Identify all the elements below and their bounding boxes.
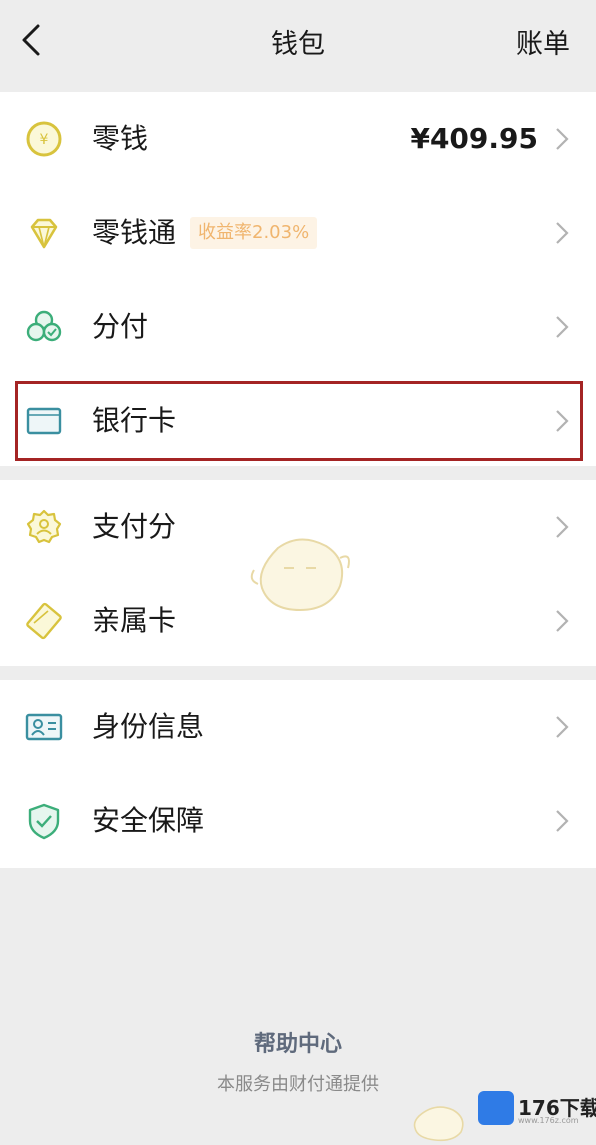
chevron-right-icon (556, 128, 569, 150)
row-fenfu[interactable]: 分付 (0, 280, 596, 374)
chevron-right-icon (556, 516, 569, 538)
balance-amount: ¥409.95 (410, 122, 538, 155)
chevron-right-icon (556, 810, 569, 832)
chevron-right-icon (556, 716, 569, 738)
fenfu-icon (26, 310, 62, 342)
id-card-icon (25, 713, 63, 741)
row-lingqiantong[interactable]: 零钱通 收益率2.03% (0, 186, 596, 280)
diamond-icon (30, 218, 58, 249)
row-change[interactable]: ¥ 零钱 ¥409.95 (0, 92, 596, 186)
row-label: 亲属卡 (92, 604, 177, 637)
row-identity[interactable]: 身份信息 (0, 680, 596, 774)
bill-button[interactable]: 账单 (516, 22, 570, 61)
row-label: 支付分 (92, 510, 177, 543)
pay-score-icon (26, 509, 62, 544)
svg-text:¥: ¥ (40, 132, 49, 148)
row-label: 安全保障 (92, 804, 205, 837)
shield-icon (28, 803, 60, 840)
wallet-section-3: 身份信息 安全保障 (0, 680, 596, 868)
watermark-logo: 176下载网 www.176z.com (478, 1088, 596, 1128)
chevron-right-icon (556, 410, 569, 432)
coin-icon: ¥ (26, 121, 62, 157)
chevron-right-icon (556, 610, 569, 632)
cube-logo-icon (478, 1091, 514, 1125)
row-label: 分付 (92, 310, 149, 343)
chevron-right-icon (556, 222, 569, 244)
row-label: 零钱 (92, 122, 149, 155)
bank-card-icon (26, 407, 62, 435)
watermark-url: www.176z.com (518, 1116, 579, 1125)
row-security[interactable]: 安全保障 (0, 774, 596, 868)
chevron-right-icon (556, 316, 569, 338)
row-label: 银行卡 (92, 404, 177, 437)
row-bank-card[interactable]: 银行卡 (0, 374, 596, 468)
mascot-watermark-icon (413, 1106, 464, 1142)
yield-rate-badge: 收益率2.03% (190, 217, 318, 249)
nav-bar: 钱包 账单 (0, 0, 596, 80)
help-center-link[interactable]: 帮助中心 (0, 1026, 596, 1058)
row-label: 零钱通 (92, 216, 177, 249)
row-label: 身份信息 (92, 710, 205, 743)
wallet-section-1: ¥ 零钱 ¥409.95 零钱通 收益率2.03% 分付 银行卡 (0, 92, 596, 466)
page-title: 钱包 (271, 29, 325, 60)
mascot-watermark-icon (250, 538, 350, 612)
family-card-icon (26, 602, 62, 640)
